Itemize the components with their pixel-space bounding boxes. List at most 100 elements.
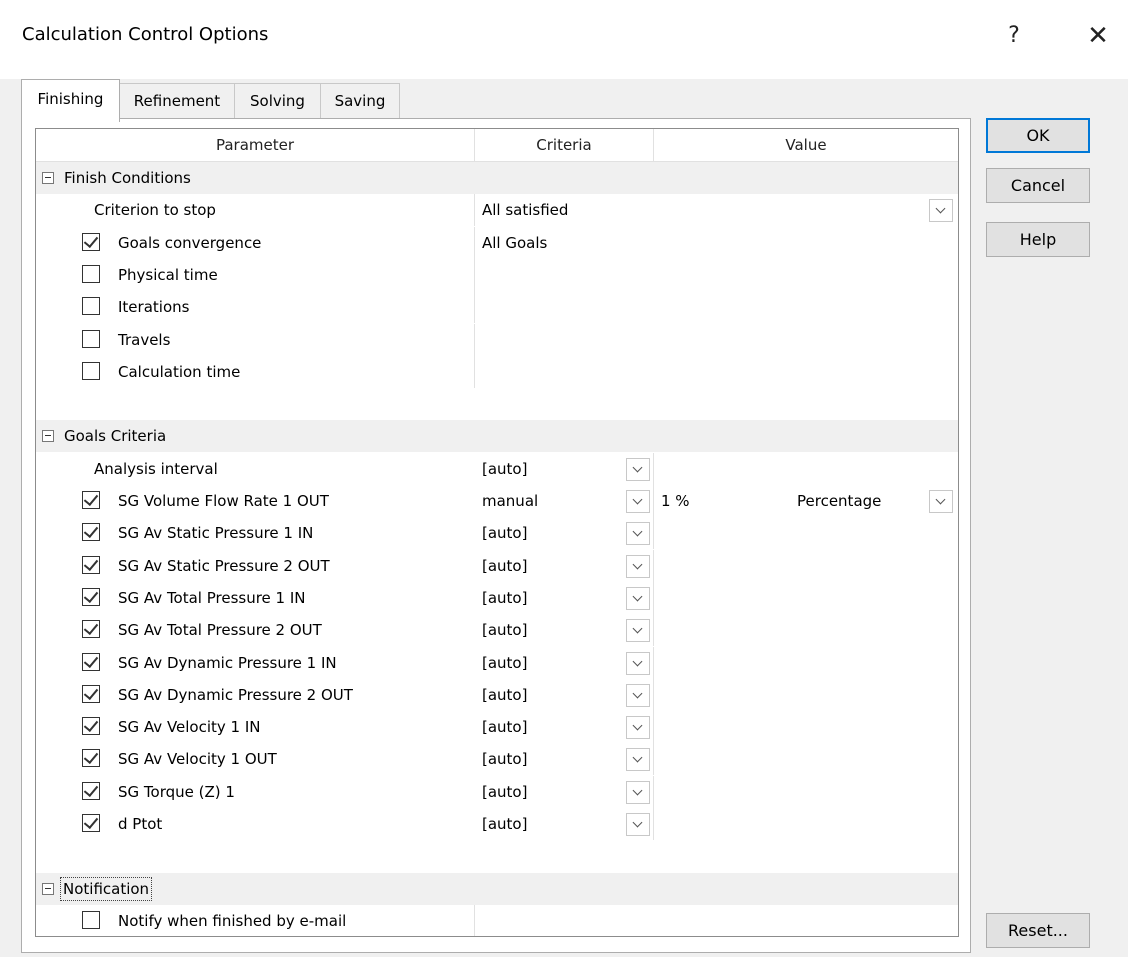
parameter-label: d Ptot [118,815,163,833]
analysis-interval-select[interactable]: [auto] [482,453,527,485]
checkbox[interactable] [82,265,100,283]
checkmark-icon [83,587,99,604]
checkbox[interactable] [82,232,100,251]
group-title: Goals Criteria [64,427,167,445]
checkmark-icon [83,684,99,701]
criteria-value[interactable]: All Goals [482,227,547,259]
help-question-icon[interactable]: ? [994,16,1034,56]
goal-row: SG Av Velocity 1 IN [auto] [36,711,958,743]
goal-unit-dropdown[interactable] [929,490,953,513]
column-divider [653,550,654,582]
goal-row: SG Av Static Pressure 2 OUT [auto] [36,550,958,582]
collapse-minus-icon[interactable] [42,172,54,184]
goal-criteria-select[interactable]: [auto] [482,743,527,775]
goal-criteria-select[interactable]: [auto] [482,776,527,808]
goal-criteria-select[interactable]: [auto] [482,808,527,840]
checkmark-icon [83,619,99,636]
checkbox[interactable] [82,911,100,929]
goal-criteria-select[interactable]: [auto] [482,679,527,711]
chevron-down-icon [632,817,643,828]
goal-criteria-select[interactable]: [auto] [482,550,527,582]
grid-header: Parameter Criteria Value [36,129,958,162]
column-divider [653,808,654,840]
tab-saving[interactable]: Saving [320,83,400,120]
goal-criteria-dropdown[interactable] [626,684,650,707]
parameter-label: SG Av Velocity 1 OUT [118,750,277,768]
row-criterion-to-stop: Criterion to stop All satisfied [36,194,958,226]
goal-criteria-dropdown[interactable] [626,652,650,675]
checkbox[interactable] [82,748,100,767]
criterion-to-stop-select[interactable]: All satisfied [482,194,568,226]
goal-criteria-dropdown[interactable] [626,716,650,739]
tab-finishing[interactable]: Finishing [21,79,120,122]
checkbox[interactable] [82,555,100,574]
goal-criteria-dropdown[interactable] [626,490,650,513]
checkbox[interactable] [82,587,100,606]
collapse-minus-icon[interactable] [42,883,54,895]
chevron-down-icon [632,591,643,602]
checkbox[interactable] [82,716,100,735]
criterion-to-stop-dropdown[interactable] [929,199,953,222]
chevron-down-icon [632,785,643,796]
column-divider [474,194,475,226]
goal-row: SG Av Total Pressure 1 IN [auto] [36,582,958,614]
tab-solving[interactable]: Solving [234,83,321,120]
checkbox[interactable] [82,813,100,832]
parameter-label: Analysis interval [94,460,218,478]
checkbox[interactable] [82,619,100,638]
parameter-label: Iterations [118,298,190,316]
ok-button[interactable]: OK [986,118,1090,153]
column-divider [474,291,475,323]
goal-criteria-dropdown[interactable] [626,748,650,771]
parameter-label: SG Av Static Pressure 2 OUT [118,557,330,575]
goal-criteria-select[interactable]: [auto] [482,647,527,679]
checkmark-icon [83,781,99,798]
goal-criteria-dropdown[interactable] [626,522,650,545]
collapse-minus-icon[interactable] [42,430,54,442]
goal-criteria-select[interactable]: [auto] [482,582,527,614]
analysis-interval-dropdown[interactable] [626,458,650,481]
help-button[interactable]: Help [986,222,1090,257]
reset-button[interactable]: Reset... [986,913,1090,948]
column-header-criteria[interactable]: Criteria [475,129,653,161]
checkmark-icon [83,555,99,572]
goal-criteria-select[interactable]: [auto] [482,614,527,646]
goal-criteria-dropdown[interactable] [626,781,650,804]
column-header-value[interactable]: Value [654,129,958,161]
goal-criteria-select[interactable]: [auto] [482,711,527,743]
close-icon[interactable]: ✕ [1078,16,1118,56]
finish-condition-row: Travels [36,324,958,356]
goal-criteria-dropdown[interactable] [626,555,650,578]
goal-criteria-dropdown[interactable] [626,587,650,610]
goal-row: SG Av Total Pressure 2 OUT [auto] [36,614,958,646]
goal-criteria-select[interactable]: manual [482,485,538,517]
chevron-down-icon [632,656,643,667]
chevron-down-icon [632,623,643,634]
goal-criteria-dropdown[interactable] [626,813,650,836]
checkbox[interactable] [82,330,100,348]
row-analysis-interval: Analysis interval [auto] [36,453,958,485]
column-header-parameter[interactable]: Parameter [36,129,474,161]
column-divider [653,582,654,614]
goal-criteria-select[interactable]: [auto] [482,517,527,549]
goal-criteria-dropdown[interactable] [626,619,650,642]
column-divider [653,647,654,679]
checkbox[interactable] [82,490,100,509]
checkbox[interactable] [82,362,100,380]
parameter-label: SG Av Total Pressure 1 IN [118,589,306,607]
column-divider [653,711,654,743]
column-divider [474,356,475,388]
checkbox[interactable] [82,297,100,315]
tab-refinement[interactable]: Refinement [119,83,235,120]
cancel-button[interactable]: Cancel [986,168,1090,203]
goal-value-field[interactable]: 1 % [661,485,690,517]
checkbox[interactable] [82,652,100,671]
checkbox[interactable] [82,522,100,541]
checkbox[interactable] [82,781,100,800]
notification-row: Notify when finished by e-mail [36,905,958,936]
goal-unit-select[interactable]: Percentage [797,485,881,517]
group-title: Notification [59,877,153,901]
parameter-label: SG Av Velocity 1 IN [118,718,261,736]
checkbox[interactable] [82,684,100,703]
group-finish-conditions: Finish Conditions [36,162,958,194]
